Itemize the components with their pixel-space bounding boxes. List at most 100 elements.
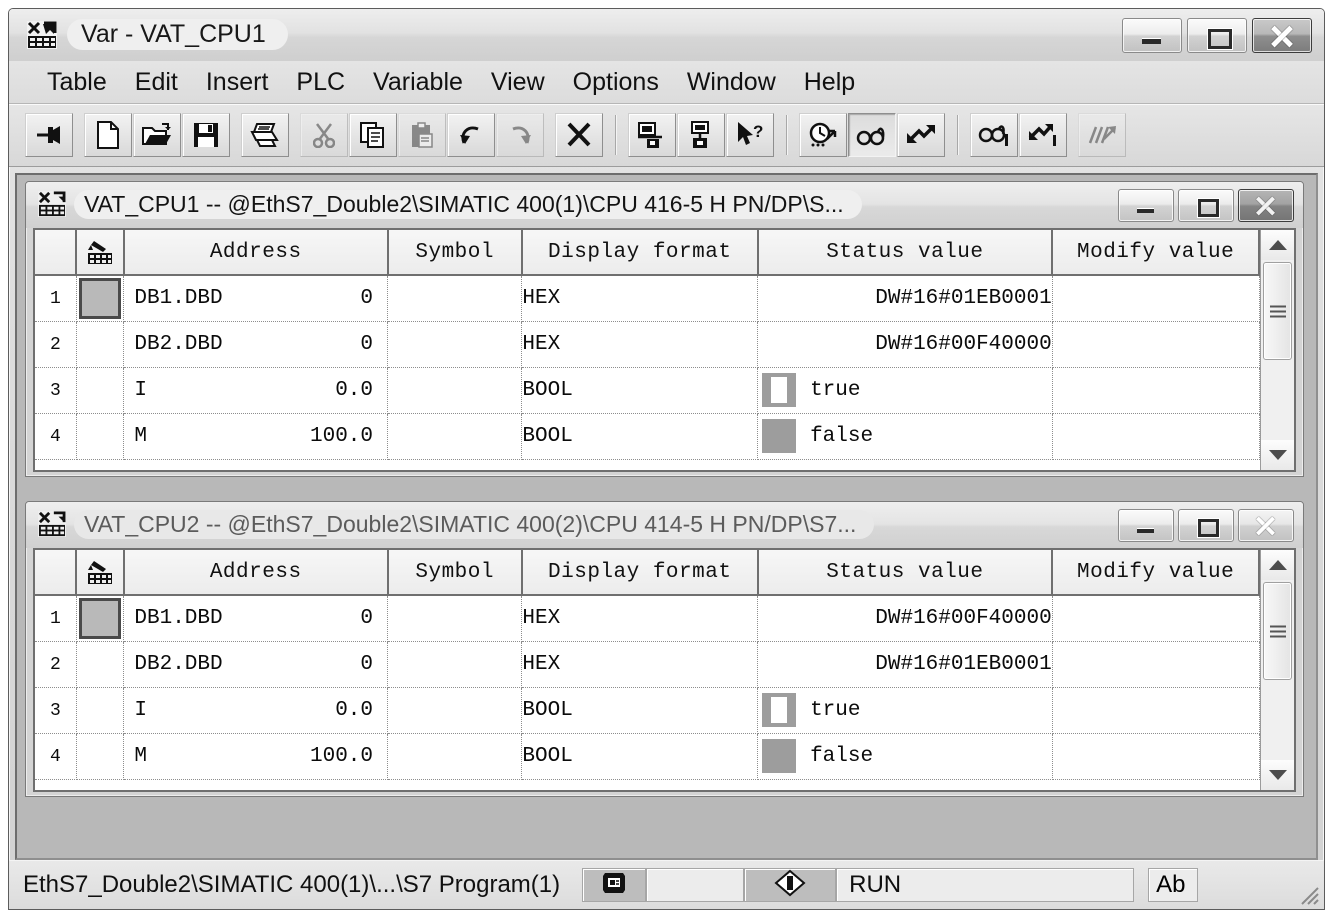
cell-modify-value[interactable] [1052,413,1260,460]
maximize-button[interactable] [1187,18,1247,53]
table-row[interactable]: 2 DB2.DBD 0 HEX DW#16# [35,641,1260,688]
scroll-up-button[interactable] [1261,230,1294,260]
cell-address[interactable]: M 100.0 [123,413,388,460]
cell-symbol[interactable] [387,595,523,642]
cell-address[interactable]: I 0.0 [123,687,388,734]
cell-address[interactable]: DB2.DBD 0 [123,641,388,688]
column-header-display-format[interactable]: Display format [521,550,759,596]
row-trigger-cell[interactable] [76,687,125,734]
menu-item-insert[interactable]: Insert [192,68,283,97]
cell-modify-value[interactable] [1052,687,1260,734]
scroll-up-button[interactable] [1261,550,1294,580]
paste-button[interactable] [398,113,446,157]
help-pointer-button[interactable]: ? [726,113,774,157]
monitor-once-button[interactable] [970,113,1018,157]
scroll-down-button[interactable] [1261,760,1294,790]
cell-address[interactable]: DB1.DBD 0 [123,595,388,642]
delete-button[interactable] [555,113,603,157]
cut-button[interactable] [300,113,348,157]
cell-address[interactable]: DB1.DBD 0 [123,275,388,322]
menu-item-window[interactable]: Window [673,68,790,97]
trigger-column-header[interactable] [76,550,125,596]
cell-symbol[interactable] [387,275,523,322]
minimize-button[interactable] [1122,18,1182,53]
table-row[interactable]: 4 M 100.0 BOOL false [35,733,1260,780]
row-trigger-cell[interactable] [76,321,125,368]
vat-cpu1-maximize-button[interactable] [1178,189,1234,222]
table-row[interactable]: 1 DB1.DBD 0 HEX DW#16# [35,275,1260,322]
vat-cpu2-close-button[interactable] [1238,509,1294,542]
vat-cpu1-vertical-scrollbar[interactable] [1260,230,1296,470]
row-trigger-cell[interactable] [76,413,125,460]
column-header-symbol[interactable]: Symbol [387,230,523,276]
modify-variable-button[interactable] [897,113,945,157]
window-titlebar[interactable]: Var - VAT_CPU1 [9,9,1324,61]
redo-button[interactable] [496,113,544,157]
cell-display-format[interactable]: BOOL [521,733,759,780]
menu-item-help[interactable]: Help [790,68,869,97]
cell-symbol[interactable] [387,641,523,688]
modify-once-button[interactable] [1019,113,1067,157]
open-file-button[interactable] [133,113,181,157]
table-row[interactable]: 1 DB1.DBD 0 HEX DW#16# [35,595,1260,642]
vat-cpu2-minimize-button[interactable] [1118,509,1174,542]
menu-item-view[interactable]: View [477,68,559,97]
cell-display-format[interactable]: BOOL [521,687,759,734]
force-variable-button[interactable] [1078,113,1126,157]
close-button[interactable] [1252,18,1312,53]
cell-address[interactable]: I 0.0 [123,367,388,414]
table-row[interactable]: 4 M 100.0 BOOL false [35,413,1260,460]
connect-to-plc-button[interactable] [628,113,676,157]
cell-display-format[interactable]: HEX [521,275,759,322]
undo-button[interactable] [447,113,495,157]
cell-address[interactable]: M 100.0 [123,733,388,780]
cell-modify-value[interactable] [1052,641,1260,688]
row-trigger-cell[interactable] [76,367,125,414]
scrollbar-thumb[interactable] [1263,262,1292,360]
print-button[interactable] [241,113,289,157]
vat-cpu2-titlebar[interactable]: VAT_CPU2 -- @EthS7_Double2\SIMATIC 400(2… [26,502,1303,548]
cell-modify-value[interactable] [1052,733,1260,780]
cell-modify-value[interactable] [1052,321,1260,368]
vat-cpu2-vertical-scrollbar[interactable] [1260,550,1296,790]
table-row[interactable]: 3 I 0.0 BOOL true [35,687,1260,734]
row-trigger-cell[interactable] [76,733,125,780]
cell-address[interactable]: DB2.DBD 0 [123,321,388,368]
resize-grip-icon[interactable] [1298,884,1320,906]
cell-symbol[interactable] [387,367,523,414]
row-trigger-cell[interactable] [76,595,125,642]
menu-item-plc[interactable]: PLC [282,68,359,97]
table-row[interactable]: 2 DB2.DBD 0 HEX DW#16# [35,321,1260,368]
vat-cpu1-minimize-button[interactable] [1118,189,1174,222]
scrollbar-thumb[interactable] [1263,582,1292,680]
copy-button[interactable] [349,113,397,157]
cell-display-format[interactable]: BOOL [521,367,759,414]
row-trigger-cell[interactable] [76,641,125,688]
trigger-column-header[interactable] [76,230,125,276]
column-header-modify-value[interactable]: Modify value [1052,230,1260,276]
cell-modify-value[interactable] [1052,275,1260,322]
scroll-down-button[interactable] [1261,440,1294,470]
column-header-address[interactable]: Address [123,550,389,596]
cell-symbol[interactable] [387,413,523,460]
vat-cpu1-titlebar[interactable]: VAT_CPU1 -- @EthS7_Double2\SIMATIC 400(1… [26,182,1303,228]
trigger-settings-button[interactable] [799,113,847,157]
cell-modify-value[interactable] [1052,595,1260,642]
table-row[interactable]: 3 I 0.0 BOOL true [35,367,1260,414]
monitor-variable-button[interactable] [848,113,896,157]
save-button[interactable] [182,113,230,157]
menu-item-table[interactable]: Table [33,68,121,97]
cell-display-format[interactable]: HEX [521,595,759,642]
cell-symbol[interactable] [387,733,523,780]
column-header-status-value[interactable]: Status value [757,230,1054,276]
cell-display-format[interactable]: HEX [521,641,759,688]
column-header-address[interactable]: Address [123,230,389,276]
menu-item-edit[interactable]: Edit [121,68,192,97]
row-trigger-cell[interactable] [76,275,125,322]
cell-display-format[interactable]: BOOL [521,413,759,460]
pin-window-button[interactable] [25,113,73,157]
cell-modify-value[interactable] [1052,367,1260,414]
new-document-button[interactable] [84,113,132,157]
cell-symbol[interactable] [387,321,523,368]
column-header-display-format[interactable]: Display format [521,230,759,276]
